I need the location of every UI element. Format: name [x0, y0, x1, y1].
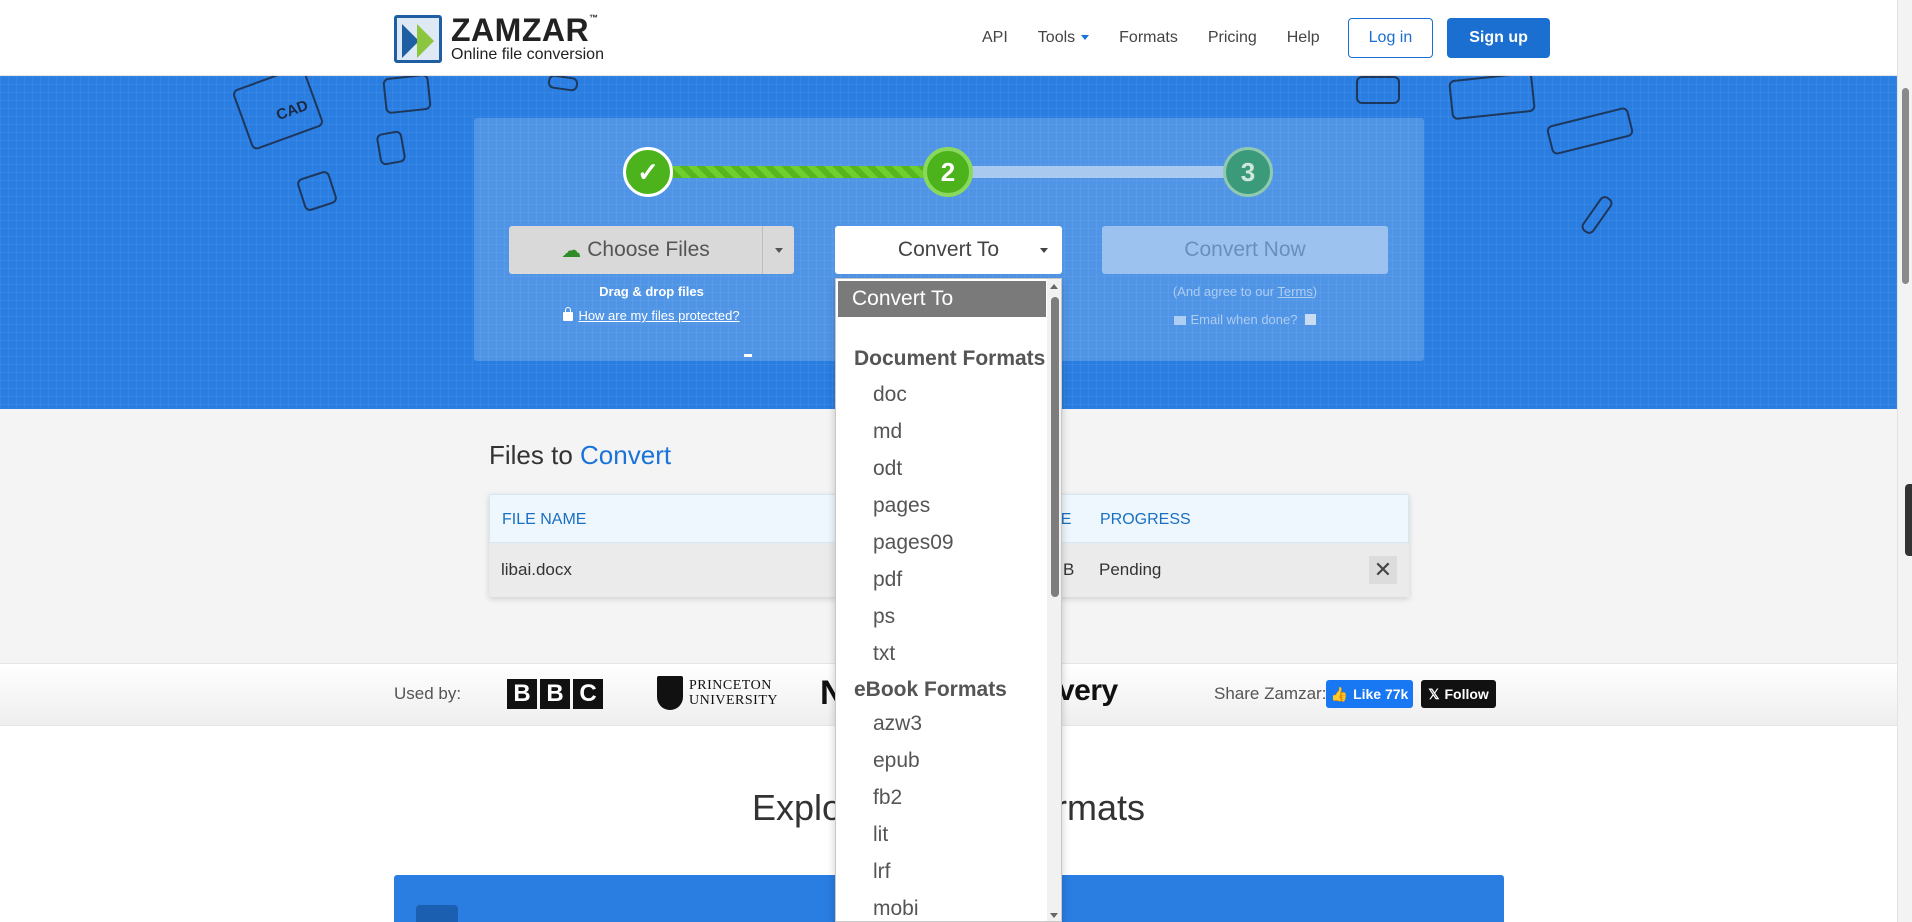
choose-files-button[interactable]: ☁ Choose Files	[509, 226, 762, 274]
terms-link[interactable]: Terms	[1277, 284, 1312, 299]
option-md[interactable]: md	[873, 420, 902, 444]
side-feedback-tab[interactable]	[1905, 484, 1912, 556]
chevron-down-icon	[774, 247, 783, 253]
page-scrollbar[interactable]	[1897, 0, 1912, 922]
progress-track-done	[649, 166, 949, 178]
bbc-logo: BBC	[507, 679, 606, 709]
group-ebook-formats: eBook Formats	[854, 678, 1007, 701]
email-when-done: Email when done?	[1102, 312, 1388, 327]
option-epub[interactable]: epub	[873, 749, 920, 773]
documents-icon	[1356, 76, 1400, 104]
image-file-icon	[547, 76, 579, 93]
zamzar-logo[interactable]: ZAMZAR™ Online file conversion	[394, 14, 604, 63]
drag-drop-hint: Drag & drop files	[599, 284, 704, 299]
option-mobi[interactable]: mobi	[873, 897, 919, 921]
chevron-down-icon	[1081, 35, 1090, 41]
step-1-complete: ✓	[623, 147, 673, 197]
progress-cell: Pending	[1099, 560, 1162, 579]
option-ps[interactable]: ps	[873, 605, 895, 629]
remove-file-button[interactable]: ✕	[1369, 556, 1397, 584]
envelope-icon	[1173, 316, 1186, 325]
panel-marker	[744, 354, 752, 357]
video-file-icon	[382, 76, 432, 115]
group-document-formats: Document Formats	[854, 347, 1046, 370]
logo-name: ZAMZAR™	[451, 12, 599, 48]
nav-formats[interactable]: Formats	[1119, 29, 1178, 47]
nav-help[interactable]: Help	[1287, 29, 1320, 47]
option-pdf[interactable]: pdf	[873, 568, 902, 592]
zamzar-logo-icon	[394, 14, 442, 63]
files-protected-link[interactable]: How are my files protected?	[509, 307, 794, 323]
shield-icon	[657, 676, 683, 710]
x-logo-icon: 𝕏	[1428, 685, 1440, 702]
convert-now-button[interactable]: Convert Now	[1102, 226, 1388, 274]
page-scroll-thumb[interactable]	[1902, 88, 1909, 284]
discovery-logo: very	[1058, 674, 1118, 707]
option-pages[interactable]: pages	[873, 494, 930, 518]
chevron-down-icon	[1040, 248, 1048, 253]
option-odt[interactable]: odt	[873, 457, 902, 481]
nav-tools[interactable]: Tools	[1038, 29, 1090, 47]
step-3-pending: 3	[1223, 147, 1273, 197]
facebook-like-button[interactable]: 👍 Like 77k	[1326, 680, 1413, 708]
site-header: ZAMZAR™ Online file conversion API Tools…	[0, 0, 1897, 76]
cloud-upload-icon: ☁	[561, 239, 582, 262]
option-txt[interactable]: txt	[873, 642, 895, 666]
used-by-label: Used by:	[394, 684, 462, 703]
x-follow-button[interactable]: 𝕏 Follow	[1421, 680, 1496, 708]
nav-pricing[interactable]: Pricing	[1208, 29, 1257, 47]
col-progress: PROGRESS	[1100, 511, 1191, 528]
ruler-pencil-icon	[1545, 106, 1635, 156]
file-name-cell: libai.docx	[501, 560, 572, 579]
main-nav: API Tools Formats Pricing Help Log in Si…	[982, 18, 1550, 58]
option-doc[interactable]: doc	[873, 383, 907, 407]
share-label: Share Zamzar:	[1214, 684, 1327, 703]
agree-terms-text: (And agree to our Terms)	[1172, 284, 1318, 299]
audio-icon	[416, 905, 458, 922]
nav-api[interactable]: API	[982, 29, 1008, 47]
option-lrf[interactable]: lrf	[873, 860, 891, 884]
step-2-current: 2	[923, 147, 973, 197]
dropdown-scrollbar[interactable]	[1047, 279, 1061, 921]
convert-to-select[interactable]: Convert To	[835, 226, 1062, 274]
files-title: Files to Convert	[489, 440, 672, 470]
scroll-up-icon[interactable]	[1050, 284, 1058, 289]
col-file-name: FILE NAME	[502, 511, 587, 528]
archive-file-icon	[295, 169, 339, 213]
logo-tagline: Online file conversion	[451, 46, 604, 63]
login-button[interactable]: Log in	[1347, 18, 1434, 58]
princeton-logo: PRINCETON UNIVERSITY	[657, 676, 778, 710]
image-file-icon	[375, 129, 407, 167]
choose-files-dropdown-toggle[interactable]	[762, 226, 794, 274]
file-size-cell: B	[1063, 560, 1075, 579]
convert-to-dropdown[interactable]: Convert To Document Formats doc md odt p…	[835, 278, 1062, 922]
dropdown-selected-option[interactable]: Convert To	[838, 281, 1046, 317]
email-checkbox[interactable]	[1305, 314, 1317, 325]
dropdown-scroll-thumb[interactable]	[1051, 297, 1059, 597]
signup-button[interactable]: Sign up	[1447, 18, 1550, 58]
laptop-icon	[1448, 76, 1536, 121]
option-azw3[interactable]: azw3	[873, 712, 922, 736]
option-pages09[interactable]: pages09	[873, 531, 954, 555]
lock-icon	[563, 307, 574, 321]
option-lit[interactable]: lit	[873, 823, 888, 847]
thumbs-up-icon: 👍	[1330, 685, 1349, 702]
scroll-down-icon[interactable]	[1050, 913, 1058, 918]
option-fb2[interactable]: fb2	[873, 786, 902, 810]
wrench-icon	[1579, 193, 1615, 237]
